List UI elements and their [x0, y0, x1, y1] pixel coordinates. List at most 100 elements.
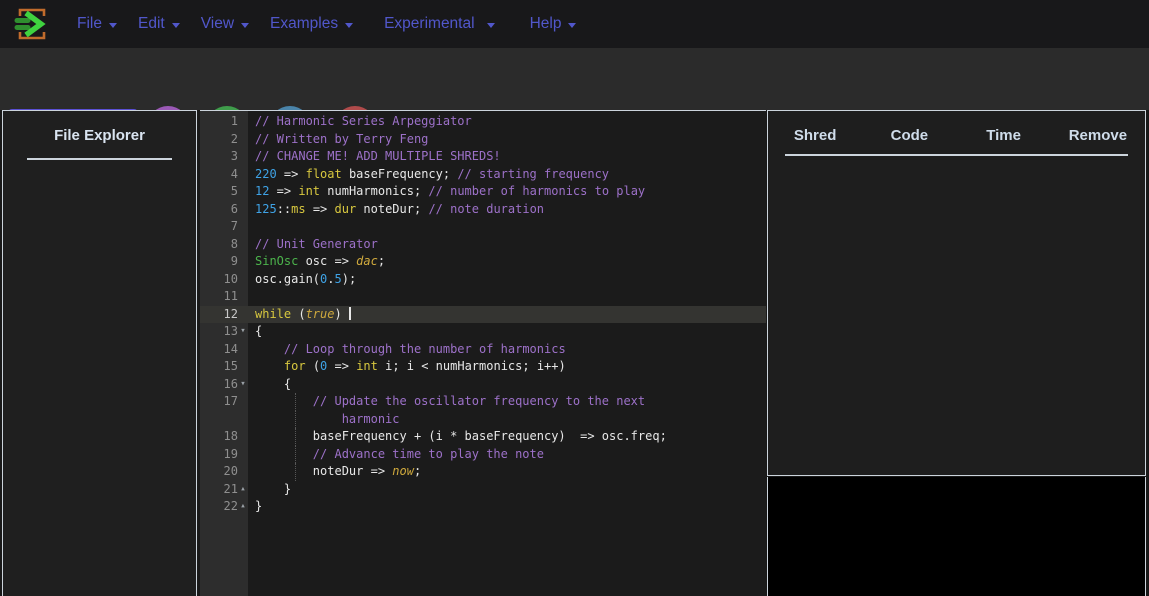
menu-examples[interactable]: Examples	[270, 15, 353, 33]
fold-open-icon[interactable]: ▾	[238, 323, 248, 341]
line-number: 3	[200, 148, 248, 166]
chuck-logo-icon	[10, 4, 50, 44]
editor-line: 1// Harmonic Series Arpeggiator	[200, 113, 766, 131]
code-text: {	[248, 323, 766, 341]
code-text	[248, 218, 766, 236]
shred-table-header: Shred Code Time Remove	[768, 111, 1145, 144]
menu-file[interactable]: File	[77, 15, 117, 33]
editor-line: 18 baseFrequency + (i * baseFrequency) =…	[200, 428, 766, 446]
menu-edit-label: Edit	[138, 15, 165, 33]
editor-lines: 1// Harmonic Series Arpeggiator2// Writt…	[200, 113, 766, 516]
menu-help[interactable]: Help	[530, 15, 577, 33]
code-text: harmonic	[248, 411, 766, 429]
line-number: 14	[200, 341, 248, 359]
editor-line: 21▴ }	[200, 481, 766, 499]
code-text: SinOsc osc => dac;	[248, 253, 766, 271]
line-number: 15	[200, 358, 248, 376]
code-text: for (0 => int i; i < numHarmonics; i++)	[248, 358, 766, 376]
file-explorer-title: File Explorer	[3, 127, 196, 144]
code-text: }	[248, 481, 766, 499]
line-number: 1	[200, 113, 248, 131]
line-number	[200, 411, 248, 429]
line-number: 20	[200, 463, 248, 481]
editor-line: 14 // Loop through the number of harmoni…	[200, 341, 766, 359]
line-number: 11	[200, 288, 248, 306]
line-number: 8	[200, 236, 248, 254]
menu-examples-label: Examples	[270, 15, 338, 33]
indent-guide	[295, 393, 296, 411]
code-text: while (true)	[248, 306, 766, 324]
code-text: 220 => float baseFrequency; // starting …	[248, 166, 766, 184]
code-text: // Written by Terry Feng	[248, 131, 766, 149]
code-text: {	[248, 376, 766, 394]
line-number: 21▴	[200, 481, 248, 499]
indent-guide	[295, 446, 296, 464]
code-text: noteDur => now;	[248, 463, 766, 481]
menu-file-label: File	[77, 15, 102, 33]
editor-line: 8// Unit Generator	[200, 236, 766, 254]
line-number: 7	[200, 218, 248, 236]
header-divider	[785, 154, 1128, 156]
menu-help-label: Help	[530, 15, 562, 33]
col-code: Code	[862, 127, 956, 144]
editor-line: 19 // Advance time to play the note	[200, 446, 766, 464]
indent-guide	[295, 463, 296, 481]
editor-line: 9SinOsc osc => dac;	[200, 253, 766, 271]
menu-experimental[interactable]: Experimental	[384, 15, 494, 33]
caret-down-icon	[241, 23, 249, 28]
line-number: 6	[200, 201, 248, 219]
editor-line: 512 => int numHarmonics; // number of ha…	[200, 183, 766, 201]
toolbar: Start WebCh... now : 00:00:0	[0, 48, 1149, 110]
fold-close-icon[interactable]: ▴	[238, 481, 248, 499]
code-text: // Update the oscillator frequency to th…	[248, 393, 766, 411]
editor-line: 16▾ {	[200, 376, 766, 394]
fold-open-icon[interactable]: ▾	[238, 376, 248, 394]
line-number: 17	[200, 393, 248, 411]
line-number: 18	[200, 428, 248, 446]
line-number: 10	[200, 271, 248, 289]
caret-down-icon	[487, 23, 495, 28]
caret-down-icon	[568, 23, 576, 28]
editor-line: 11	[200, 288, 766, 306]
editor-line: 3// CHANGE ME! ADD MULTIPLE SHREDS!	[200, 148, 766, 166]
editor-line: 15 for (0 => int i; i < numHarmonics; i+…	[200, 358, 766, 376]
indent-guide	[295, 428, 296, 446]
caret-down-icon	[345, 23, 353, 28]
code-text: // CHANGE ME! ADD MULTIPLE SHREDS!	[248, 148, 766, 166]
col-remove: Remove	[1051, 127, 1145, 144]
line-number: 2	[200, 131, 248, 149]
line-number: 12	[200, 306, 248, 324]
code-text: 12 => int numHarmonics; // number of har…	[248, 183, 766, 201]
indent-guide	[295, 411, 296, 429]
line-number: 9	[200, 253, 248, 271]
file-explorer-panel: File Explorer	[2, 110, 197, 596]
editor-line: 4220 => float baseFrequency; // starting…	[200, 166, 766, 184]
editor-line: 13▾{	[200, 323, 766, 341]
editor-panel[interactable]: 1// Harmonic Series Arpeggiator2// Writt…	[200, 110, 766, 596]
editor-line: 6125::ms => dur noteDur; // note duratio…	[200, 201, 766, 219]
editor-line: 17 // Update the oscillator frequency to…	[200, 393, 766, 411]
editor-line: 10osc.gain(0.5);	[200, 271, 766, 289]
line-number: 19	[200, 446, 248, 464]
caret-down-icon	[172, 23, 180, 28]
editor-line: 22▴}	[200, 498, 766, 516]
code-text: // Loop through the number of harmonics	[248, 341, 766, 359]
editor-line: 12while (true)	[200, 306, 766, 324]
menu-view-label: View	[201, 15, 234, 33]
menu-edit[interactable]: Edit	[138, 15, 180, 33]
editor-line: 7	[200, 218, 766, 236]
code-text: // Harmonic Series Arpeggiator	[248, 113, 766, 131]
code-text: baseFrequency + (i * baseFrequency) => o…	[248, 428, 766, 446]
editor-line: harmonic	[200, 411, 766, 429]
menu-view[interactable]: View	[201, 15, 249, 33]
line-number: 22▴	[200, 498, 248, 516]
navbar: File Edit View Examples Experimental Hel…	[0, 0, 1149, 48]
col-time: Time	[957, 127, 1051, 144]
line-number: 13▾	[200, 323, 248, 341]
code-text: // Advance time to play the note	[248, 446, 766, 464]
shred-table-panel: Shred Code Time Remove	[767, 110, 1146, 476]
caret-down-icon	[109, 23, 117, 28]
fold-close-icon[interactable]: ▴	[238, 498, 248, 516]
code-text: }	[248, 498, 766, 516]
code-text	[248, 288, 766, 306]
